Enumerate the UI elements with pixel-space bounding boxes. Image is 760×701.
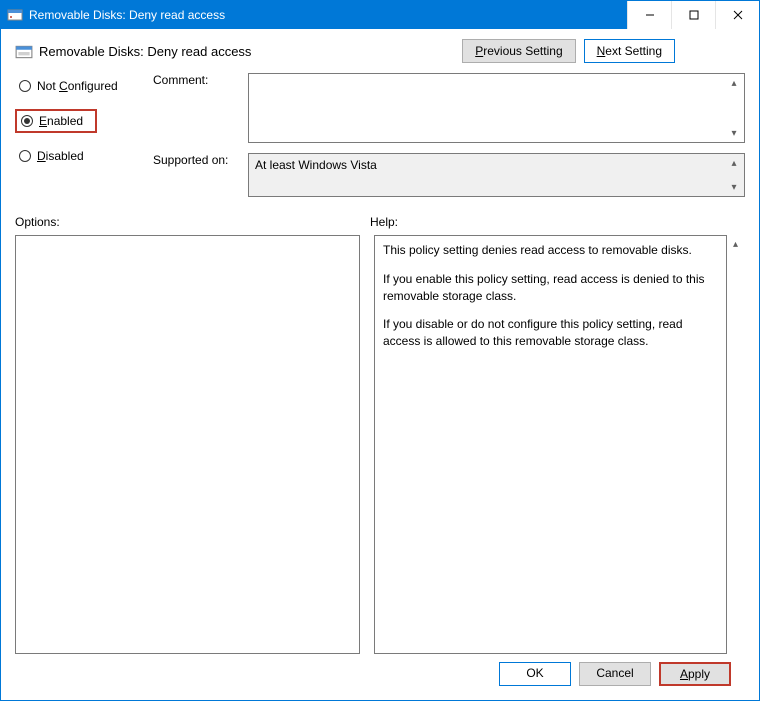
cancel-button[interactable]: Cancel	[579, 662, 651, 686]
titlebar: Removable Disks: Deny read access	[1, 1, 759, 29]
previous-setting-button[interactable]: Previous Setting	[462, 39, 575, 63]
radio-icon	[19, 150, 31, 162]
radio-icon	[19, 80, 31, 92]
close-button[interactable]	[715, 1, 759, 29]
radio-disabled[interactable]: Disabled	[15, 147, 143, 165]
help-label: Help:	[370, 215, 398, 229]
close-icon	[733, 10, 743, 20]
window-title: Removable Disks: Deny read access	[29, 8, 225, 22]
radio-enabled[interactable]: Enabled	[15, 109, 97, 133]
scroll-down-icon[interactable]: ▾	[726, 179, 742, 195]
scroll-up-icon[interactable]: ▴	[726, 75, 742, 91]
help-panel: This policy setting denies read access t…	[374, 235, 727, 654]
maximize-icon	[689, 10, 699, 20]
policy-icon	[7, 7, 23, 23]
scroll-down-icon[interactable]: ▾	[726, 125, 742, 141]
supported-on-textbox: At least Windows Vista ▴ ▾	[248, 153, 745, 197]
policy-header-icon	[15, 43, 31, 59]
apply-button[interactable]: Apply	[659, 662, 731, 686]
minimize-button[interactable]	[627, 1, 671, 29]
options-label: Options:	[15, 215, 370, 229]
radio-icon	[21, 115, 33, 127]
comment-textarea[interactable]: ▴ ▾	[248, 73, 745, 143]
help-paragraph: If you disable or do not configure this …	[383, 316, 718, 350]
maximize-button[interactable]	[671, 1, 715, 29]
scroll-up-icon[interactable]: ▴	[733, 236, 738, 252]
radio-not-configured[interactable]: Not Configured	[15, 77, 143, 95]
comment-label: Comment:	[153, 73, 238, 87]
ok-button[interactable]: OK	[499, 662, 571, 686]
next-setting-button[interactable]: Next Setting	[584, 39, 675, 63]
scroll-up-icon[interactable]: ▴	[726, 155, 742, 171]
policy-editor-window: Removable Disks: Deny read access Remova…	[0, 0, 760, 701]
supported-label: Supported on:	[153, 153, 238, 167]
options-panel	[15, 235, 360, 654]
help-paragraph: This policy setting denies read access t…	[383, 242, 718, 259]
help-paragraph: If you enable this policy setting, read …	[383, 271, 718, 305]
policy-title: Removable Disks: Deny read access	[39, 44, 251, 59]
minimize-icon	[645, 10, 655, 20]
